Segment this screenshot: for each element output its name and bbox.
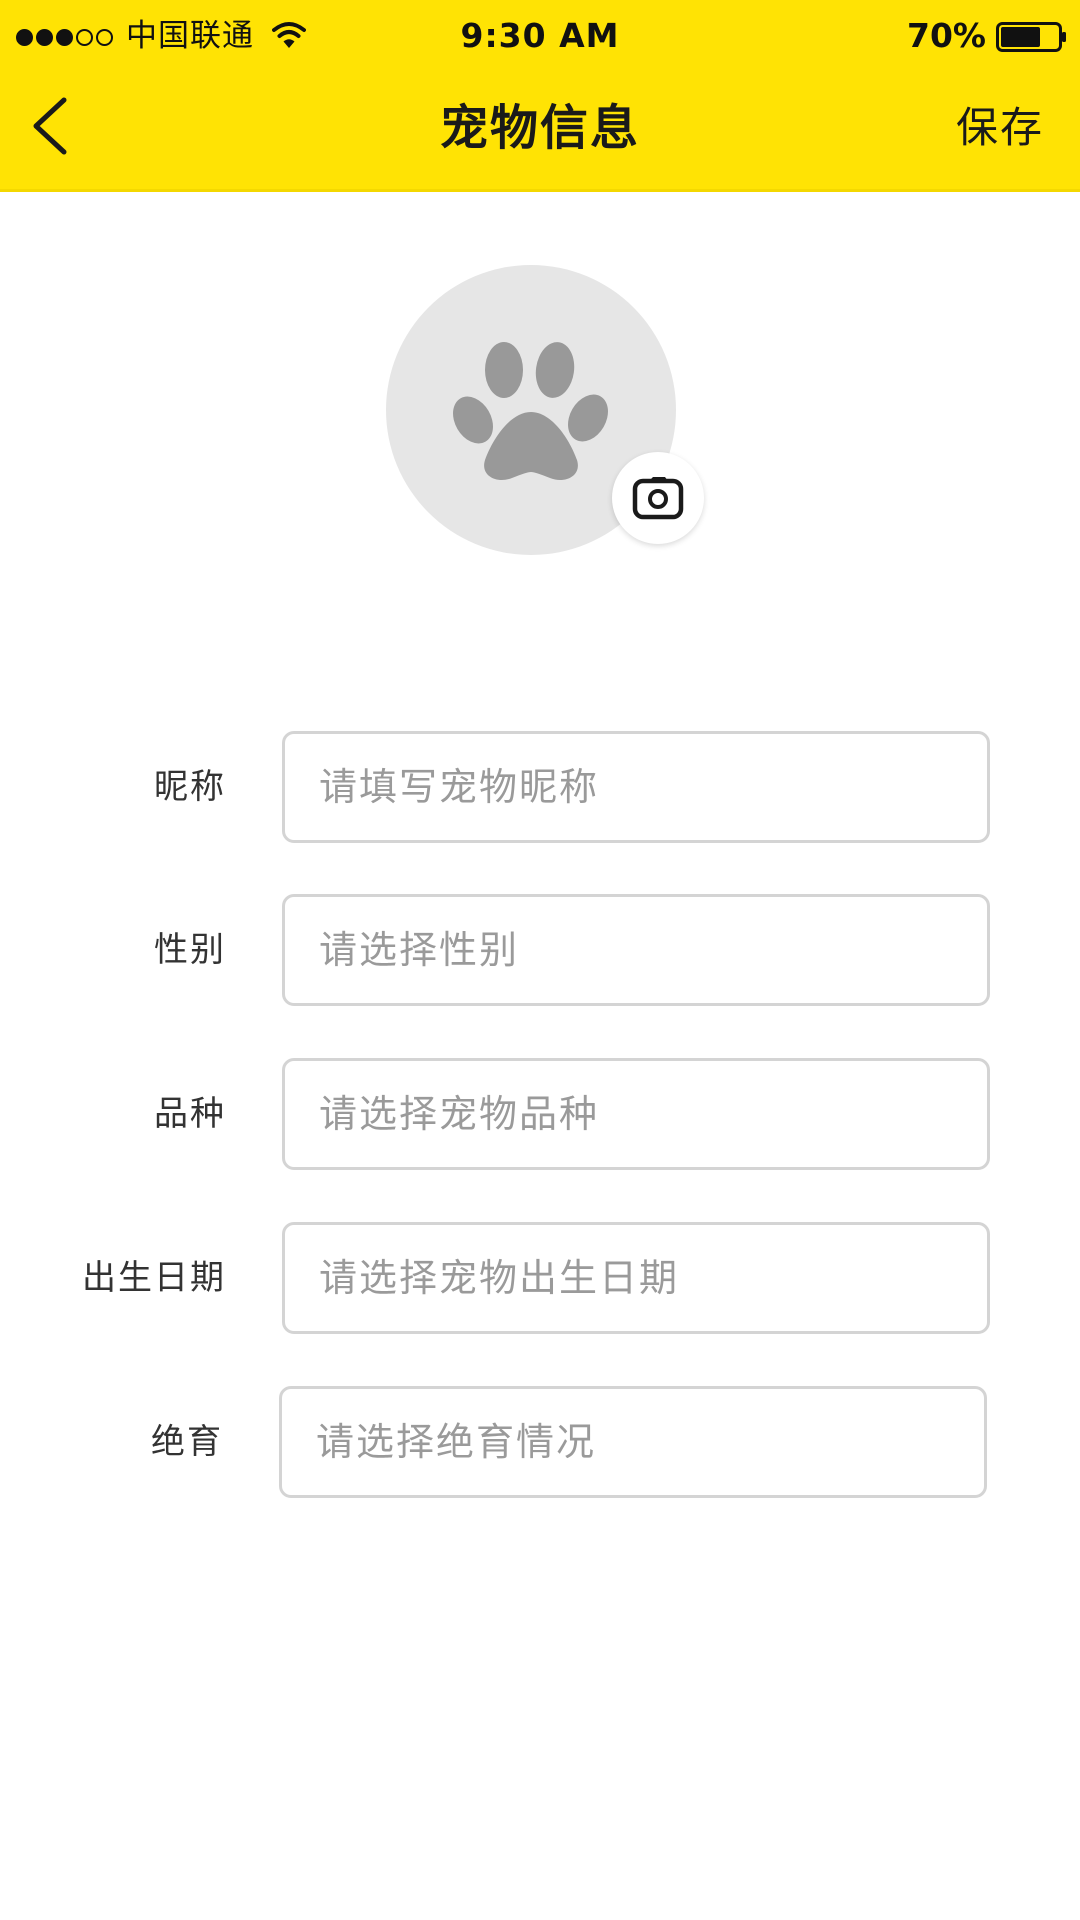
gender-select[interactable] bbox=[282, 894, 990, 1006]
battery-percent: 70% bbox=[907, 16, 986, 55]
paw-icon bbox=[453, 342, 608, 480]
gender-label: 性别 bbox=[154, 930, 226, 970]
breed-row: 品种 bbox=[0, 1058, 1080, 1170]
gender-row: 性别 bbox=[0, 894, 1080, 1006]
birthday-label: 出生日期 bbox=[82, 1258, 226, 1298]
upload-photo-button[interactable] bbox=[612, 452, 704, 544]
camera-icon bbox=[632, 477, 684, 520]
page-title: 宠物信息 bbox=[439, 100, 640, 156]
neutered-label: 绝育 bbox=[151, 1422, 223, 1462]
nickname-row: 昵称 bbox=[0, 731, 1080, 843]
breed-select[interactable] bbox=[282, 1058, 990, 1170]
birthday-row: 出生日期 bbox=[0, 1222, 1080, 1334]
top-header: 中国联通 9:30 AM 70% 宠物信息 保存 bbox=[0, 0, 1080, 192]
breed-label: 品种 bbox=[154, 1094, 226, 1134]
status-bar: 中国联通 9:30 AM 70% bbox=[0, 0, 1080, 74]
nickname-label: 昵称 bbox=[154, 767, 226, 807]
birthday-select[interactable] bbox=[282, 1222, 990, 1334]
save-button[interactable]: 保存 bbox=[956, 98, 1044, 158]
nickname-input[interactable] bbox=[282, 731, 990, 843]
battery-icon bbox=[996, 22, 1066, 52]
neutered-select[interactable] bbox=[279, 1386, 987, 1498]
neutered-row: 绝育 bbox=[0, 1386, 1080, 1498]
